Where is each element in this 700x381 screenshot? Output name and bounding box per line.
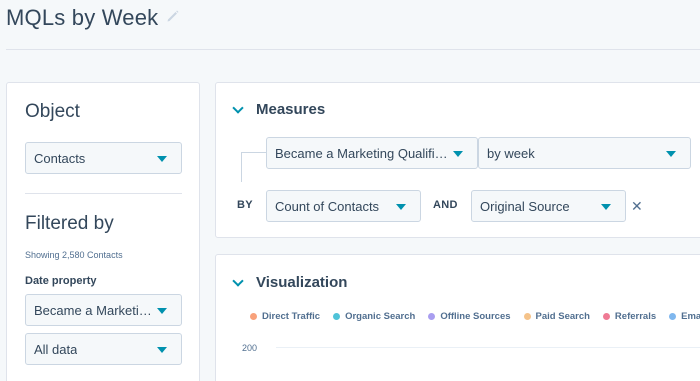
contacts-count-text: Showing 2,580 Contacts — [25, 250, 123, 260]
legend-label: Direct Traffic — [262, 311, 321, 322]
legend-label: Organic Search — [345, 311, 416, 322]
header-divider — [6, 49, 700, 50]
caret-down-icon — [601, 204, 611, 210]
bracket-line — [241, 152, 242, 182]
caret-down-icon — [157, 347, 167, 353]
bracket-line — [241, 152, 266, 153]
by-label: BY — [237, 199, 253, 211]
chevron-down-icon[interactable] — [232, 102, 244, 114]
frequency-select[interactable]: by week — [478, 137, 691, 169]
object-heading: Object — [25, 101, 80, 122]
count-select[interactable]: Count of Contacts — [266, 190, 421, 222]
date-property-value: Became a Marketi… — [34, 302, 152, 318]
legend-item[interactable]: Organic Search — [333, 311, 415, 322]
chart-legend: Direct Traffic Organic Search Offline Sour… — [250, 311, 700, 322]
breakdown-select[interactable]: Original Source — [471, 190, 626, 222]
legend-dot-icon — [602, 313, 610, 320]
caret-down-icon — [453, 151, 463, 157]
y-axis-tick: 200 — [242, 343, 258, 353]
date-property-select[interactable]: Became a Marketi… — [25, 294, 182, 326]
and-label: AND — [433, 199, 458, 211]
date-field-select[interactable]: Became a Marketing Qualifi… — [266, 137, 478, 169]
legend-dot-icon — [333, 313, 341, 320]
panel-divider — [25, 193, 182, 194]
legend-item[interactable]: Direct Traffic — [250, 311, 320, 322]
legend-item[interactable]: Offline Sources — [428, 311, 511, 322]
chevron-down-icon[interactable] — [232, 275, 244, 287]
legend-dot-icon — [523, 313, 531, 320]
pencil-icon[interactable] — [166, 9, 180, 23]
page-title: MQLs by Week — [6, 5, 159, 30]
legend-item[interactable]: Email — [669, 311, 700, 322]
left-panel: Object Contacts Filtered by Showing 2,58… — [6, 82, 200, 381]
count-value: Count of Contacts — [275, 198, 380, 214]
caret-down-icon — [157, 308, 167, 314]
legend-label: Email — [681, 311, 700, 322]
legend-label: Referrals — [614, 311, 657, 322]
frequency-value: by week — [487, 145, 535, 161]
measures-panel: Measures Became a Marketing Qualifi… by … — [215, 82, 700, 238]
grid-line — [276, 347, 700, 348]
legend-item[interactable]: Paid Search — [523, 311, 590, 322]
visualization-title[interactable]: Visualization — [256, 274, 347, 291]
measures-title[interactable]: Measures — [256, 101, 325, 118]
date-property-label: Date property — [25, 275, 97, 287]
object-select-value: Contacts — [34, 150, 86, 166]
legend-item[interactable]: Referrals — [602, 311, 657, 322]
close-icon[interactable]: ✕ — [631, 199, 643, 213]
filtered-by-heading: Filtered by — [25, 213, 114, 234]
breakdown-value: Original Source — [480, 198, 570, 214]
visualization-panel: Visualization Direct Traffic Organic Sear… — [215, 254, 700, 381]
caret-down-icon — [157, 156, 167, 162]
legend-dot-icon — [428, 313, 436, 320]
date-field-value: Became a Marketing Qualifi… — [275, 145, 448, 161]
object-select[interactable]: Contacts — [25, 142, 182, 174]
date-range-value: All data — [34, 341, 78, 357]
caret-down-icon — [666, 151, 676, 157]
date-range-select[interactable]: All data — [25, 333, 182, 365]
legend-dot-icon — [250, 313, 257, 320]
caret-down-icon — [396, 204, 406, 210]
legend-label: Offline Sources — [440, 311, 511, 322]
legend-label: Paid Search — [535, 311, 590, 322]
legend-dot-icon — [669, 313, 677, 320]
